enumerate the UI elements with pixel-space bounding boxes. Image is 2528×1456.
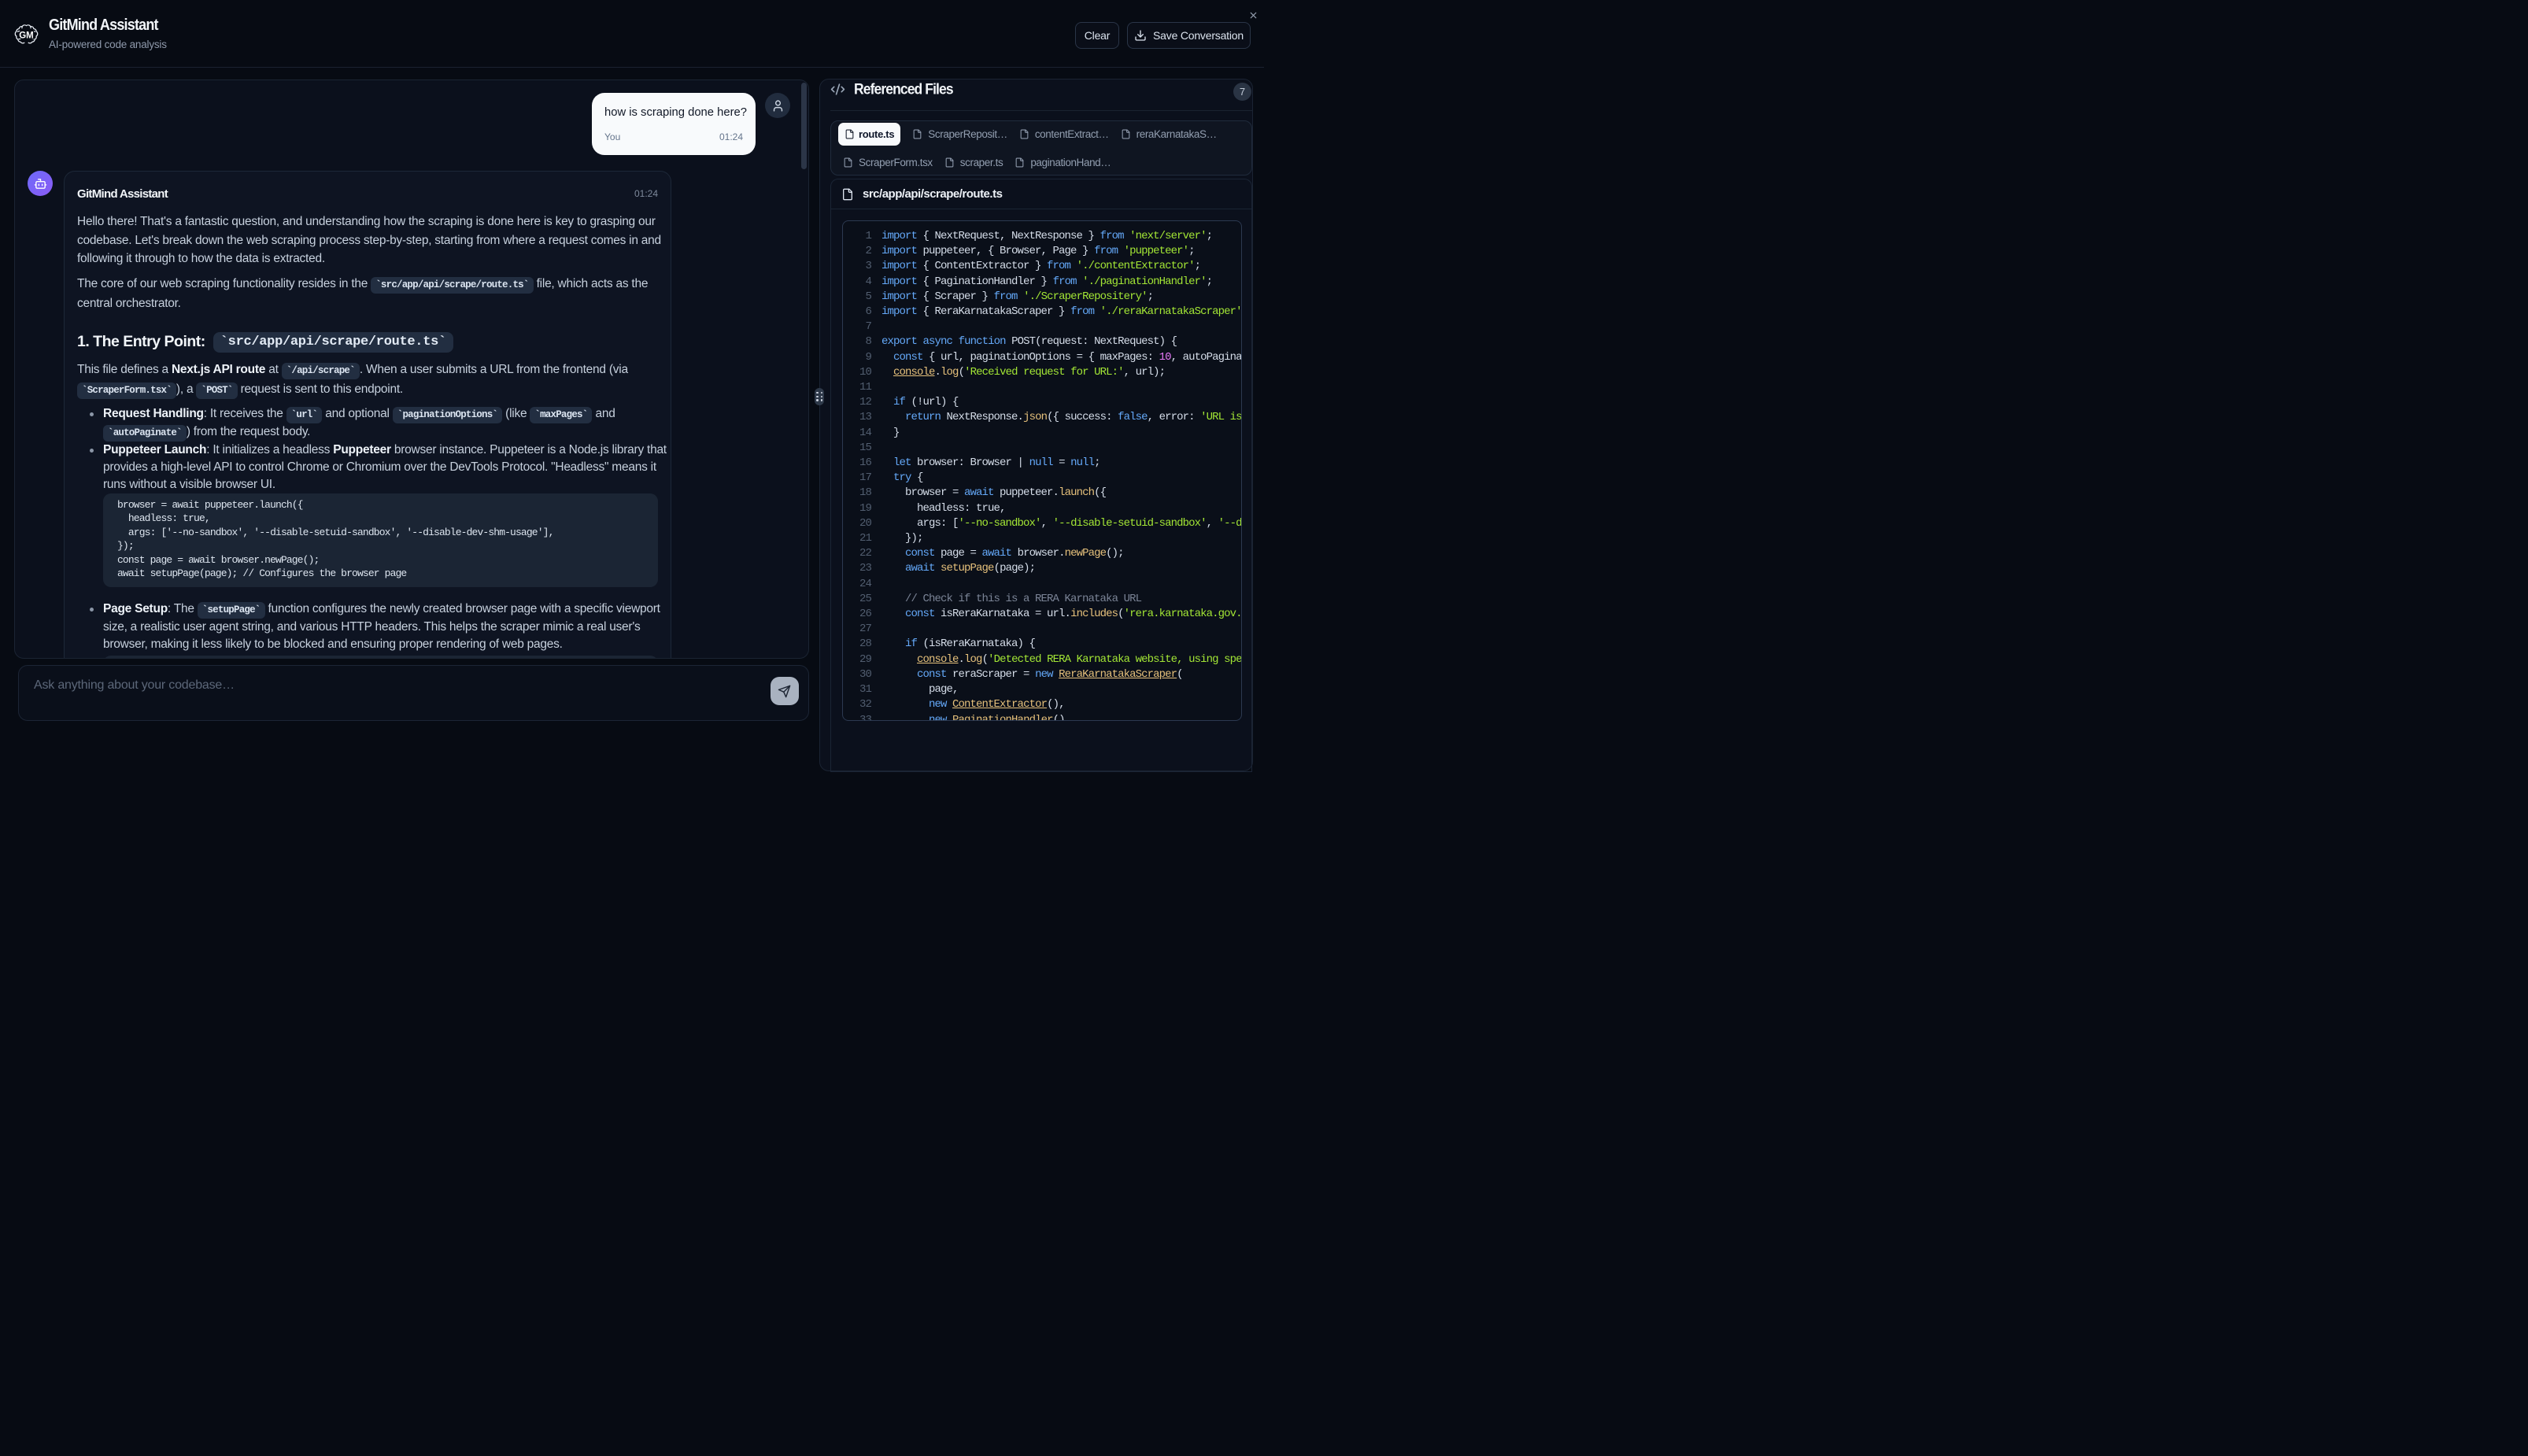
svg-text:GM: GM <box>19 31 34 41</box>
